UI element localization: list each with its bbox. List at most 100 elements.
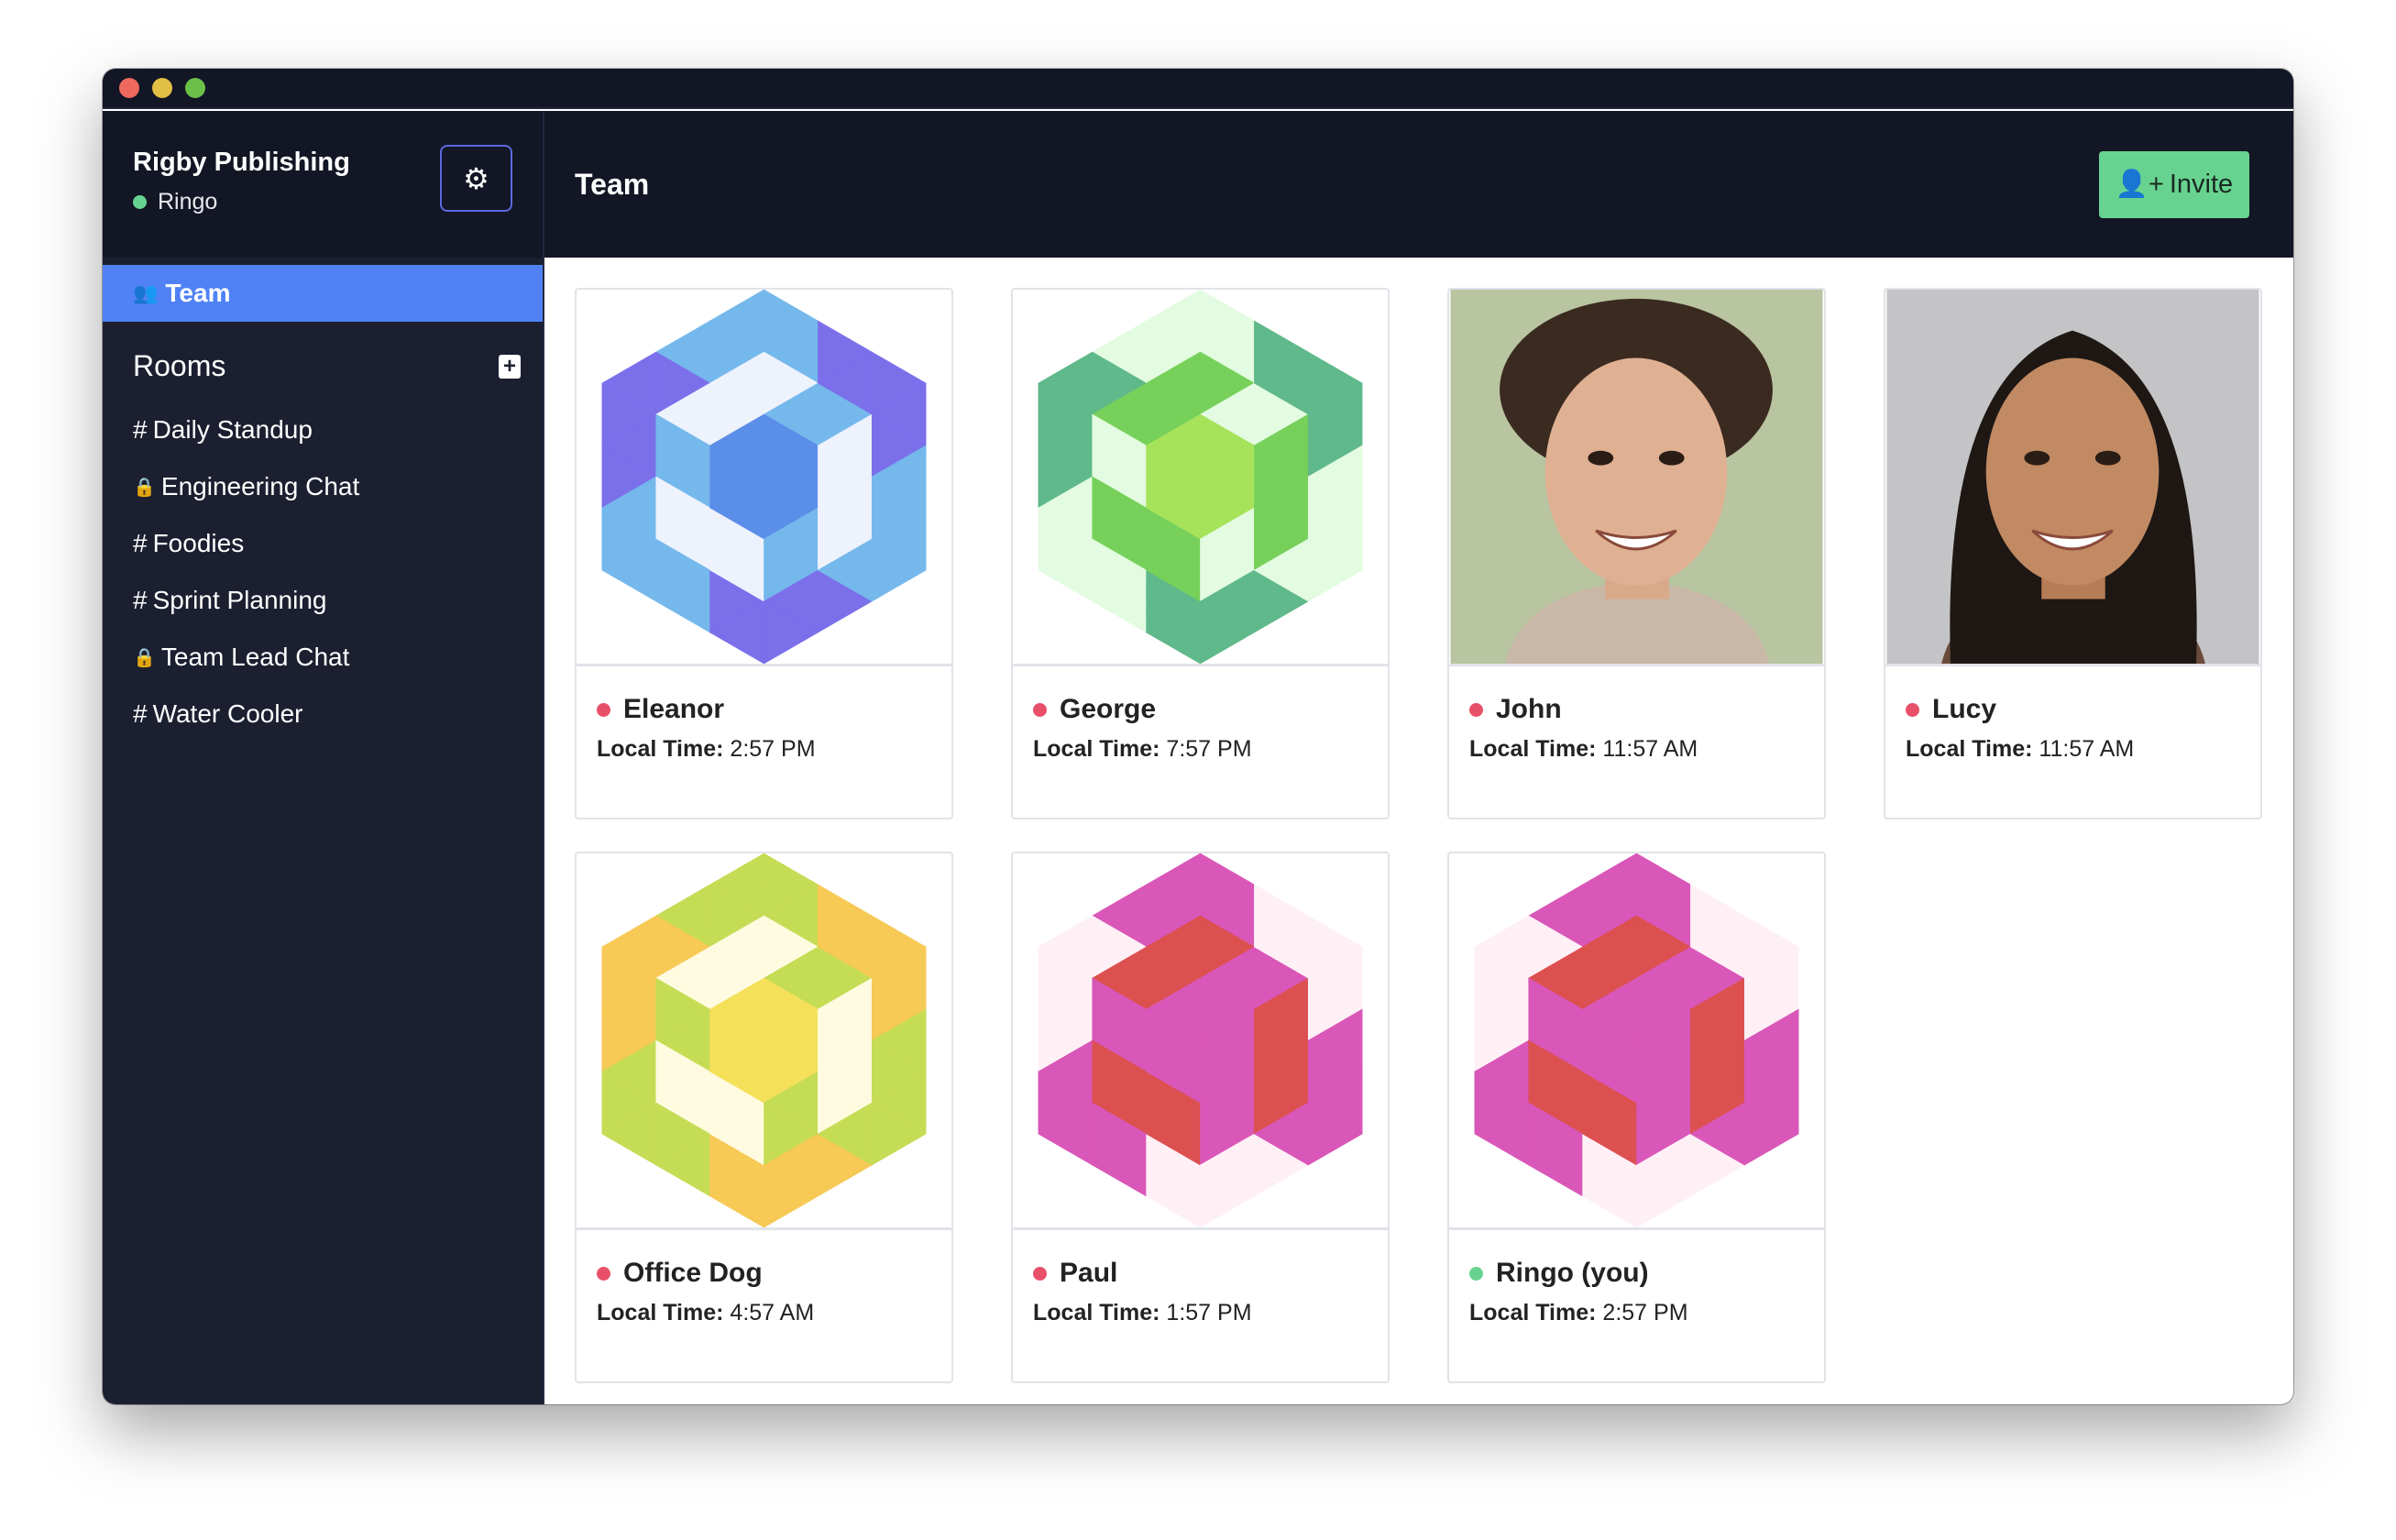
sidebar-room-item[interactable]: # Sprint Planning [103, 572, 543, 629]
local-time-value: 11:57 AM [1602, 736, 1698, 762]
member-name-row: Office Dog [597, 1258, 951, 1289]
users-icon: 👥 [133, 281, 159, 304]
sidebar-item-label: Team [165, 279, 231, 307]
sidebar-room-item[interactable]: 🔒 Team Lead Chat [103, 629, 543, 686]
member-card[interactable]: Lucy Local Time: 11:57 AM [1884, 288, 2262, 820]
member-info: Office Dog Local Time: 4:57 AM [577, 1230, 951, 1326]
member-card[interactable]: Office Dog Local Time: 4:57 AM [575, 852, 953, 1383]
invite-button[interactable]: 👤+ Invite [2099, 150, 2249, 218]
member-card[interactable]: Paul Local Time: 1:57 PM [1011, 852, 1390, 1383]
main-header: Team 👤+ Invite [544, 111, 2293, 258]
status-dot [597, 702, 610, 717]
minimize-window-button[interactable] [152, 78, 172, 98]
member-card[interactable]: George Local Time: 7:57 PM [1011, 288, 1390, 820]
status-dot [597, 1266, 610, 1281]
local-time-label: Local Time: [1033, 1300, 1160, 1326]
member-identicon [577, 853, 951, 1230]
sidebar-item-team[interactable]: 👥 Team [103, 265, 543, 322]
rooms-heading: Rooms [133, 349, 226, 382]
app-window: Rigby Publishing Ringo ⚙ 👥 Team Rooms + # D… [103, 69, 2293, 1404]
member-card[interactable]: John Local Time: 11:57 AM [1447, 288, 1826, 820]
hash-icon: # [133, 415, 148, 444]
member-identicon [1449, 853, 1824, 1230]
member-local-time: Local Time: 2:57 PM [1469, 1300, 1824, 1326]
lock-icon: 🔒 [133, 647, 156, 668]
member-info: Paul Local Time: 1:57 PM [1013, 1230, 1388, 1326]
member-card[interactable]: Ringo (you) Local Time: 2:57 PM [1447, 852, 1826, 1383]
status-dot [1906, 702, 1919, 717]
page-title: Team [575, 167, 650, 201]
photo-face [1985, 358, 2160, 586]
sidebar-room-item[interactable]: # Foodies [103, 515, 543, 572]
member-name: Eleanor [623, 694, 725, 724]
member-identicon [1013, 290, 1388, 666]
rooms-section-header: Rooms + [103, 349, 543, 383]
settings-button[interactable]: ⚙ [440, 145, 512, 212]
member-photo [1449, 290, 1824, 666]
sidebar: Rigby Publishing Ringo ⚙ 👥 Team Rooms + # D… [103, 111, 544, 1404]
member-info: Eleanor Local Time: 2:57 PM [577, 666, 951, 763]
status-dot [1033, 1266, 1047, 1281]
member-name-row: Lucy [1906, 694, 2260, 725]
hash-icon: # [133, 699, 148, 728]
lock-icon: 🔒 [133, 477, 156, 498]
member-name: Office Dog [623, 1258, 763, 1288]
member-identicon [577, 290, 951, 666]
local-time-value: 2:57 PM [730, 736, 816, 762]
member-local-time: Local Time: 1:57 PM [1033, 1300, 1388, 1326]
rooms-list: # Daily Standup 🔒 Engineering Chat # Foodies #… [103, 402, 543, 742]
local-time-label: Local Time: [1906, 736, 2033, 762]
member-info: Ringo (you) Local Time: 2:57 PM [1449, 1230, 1824, 1326]
status-dot [1469, 702, 1483, 717]
workspace-header: Rigby Publishing Ringo ⚙ [103, 111, 543, 258]
room-name: Team Lead Chat [160, 643, 350, 671]
member-card[interactable]: Eleanor Local Time: 2:57 PM [575, 288, 953, 820]
user-name: Ringo [158, 189, 218, 214]
room-name: Foodies [152, 529, 245, 557]
local-time-value: 2:57 PM [1602, 1300, 1688, 1326]
add-room-button[interactable]: + [499, 354, 521, 379]
member-info: Lucy Local Time: 11:57 AM [1885, 666, 2260, 763]
room-name: Water Cooler [152, 699, 303, 728]
member-identicon [1013, 853, 1388, 1230]
local-time-label: Local Time: [1469, 736, 1597, 762]
team-grid: Eleanor Local Time: 2:57 PM George Local … [575, 288, 2262, 1383]
local-time-value: 11:57 AM [2039, 736, 2135, 762]
local-time-value: 1:57 PM [1166, 1300, 1252, 1326]
sidebar-room-item[interactable]: 🔒 Engineering Chat [103, 458, 543, 515]
member-name: John [1496, 694, 1562, 724]
room-name: Sprint Planning [152, 586, 327, 614]
member-name-row: George [1033, 694, 1388, 725]
room-name: Daily Standup [152, 415, 313, 444]
member-name: George [1060, 694, 1157, 724]
sidebar-room-item[interactable]: # Water Cooler [103, 686, 543, 742]
local-time-value: 7:57 PM [1166, 736, 1252, 762]
member-info: George Local Time: 7:57 PM [1013, 666, 1388, 763]
hash-icon: # [133, 586, 148, 614]
room-name: Engineering Chat [160, 472, 360, 500]
member-name-row: John [1469, 694, 1824, 725]
local-time-label: Local Time: [597, 736, 724, 762]
main-panel: Team 👤+ Invite Eleanor Local Time: 2:57 P… [544, 111, 2293, 1404]
member-name-row: Paul [1033, 1258, 1388, 1289]
title-bar [103, 69, 2293, 109]
close-window-button[interactable] [119, 78, 139, 98]
member-info: John Local Time: 11:57 AM [1449, 666, 1824, 763]
status-dot [1469, 1266, 1483, 1281]
user-plus-icon: 👤+ [2115, 170, 2164, 199]
member-name-row: Ringo (you) [1469, 1258, 1824, 1289]
member-name: Ringo (you) [1496, 1258, 1649, 1288]
zoom-window-button[interactable] [185, 78, 205, 98]
online-status-dot [133, 195, 147, 209]
local-time-value: 4:57 AM [730, 1300, 815, 1326]
member-local-time: Local Time: 7:57 PM [1033, 736, 1388, 763]
member-local-time: Local Time: 11:57 AM [1469, 736, 1824, 763]
local-time-label: Local Time: [1033, 736, 1160, 762]
member-local-time: Local Time: 2:57 PM [597, 736, 951, 763]
sidebar-room-item[interactable]: # Daily Standup [103, 402, 543, 458]
member-name: Lucy [1932, 694, 1997, 724]
member-local-time: Local Time: 4:57 AM [597, 1300, 951, 1326]
local-time-label: Local Time: [597, 1300, 724, 1326]
invite-label: Invite [2169, 169, 2234, 199]
local-time-label: Local Time: [1469, 1300, 1597, 1326]
